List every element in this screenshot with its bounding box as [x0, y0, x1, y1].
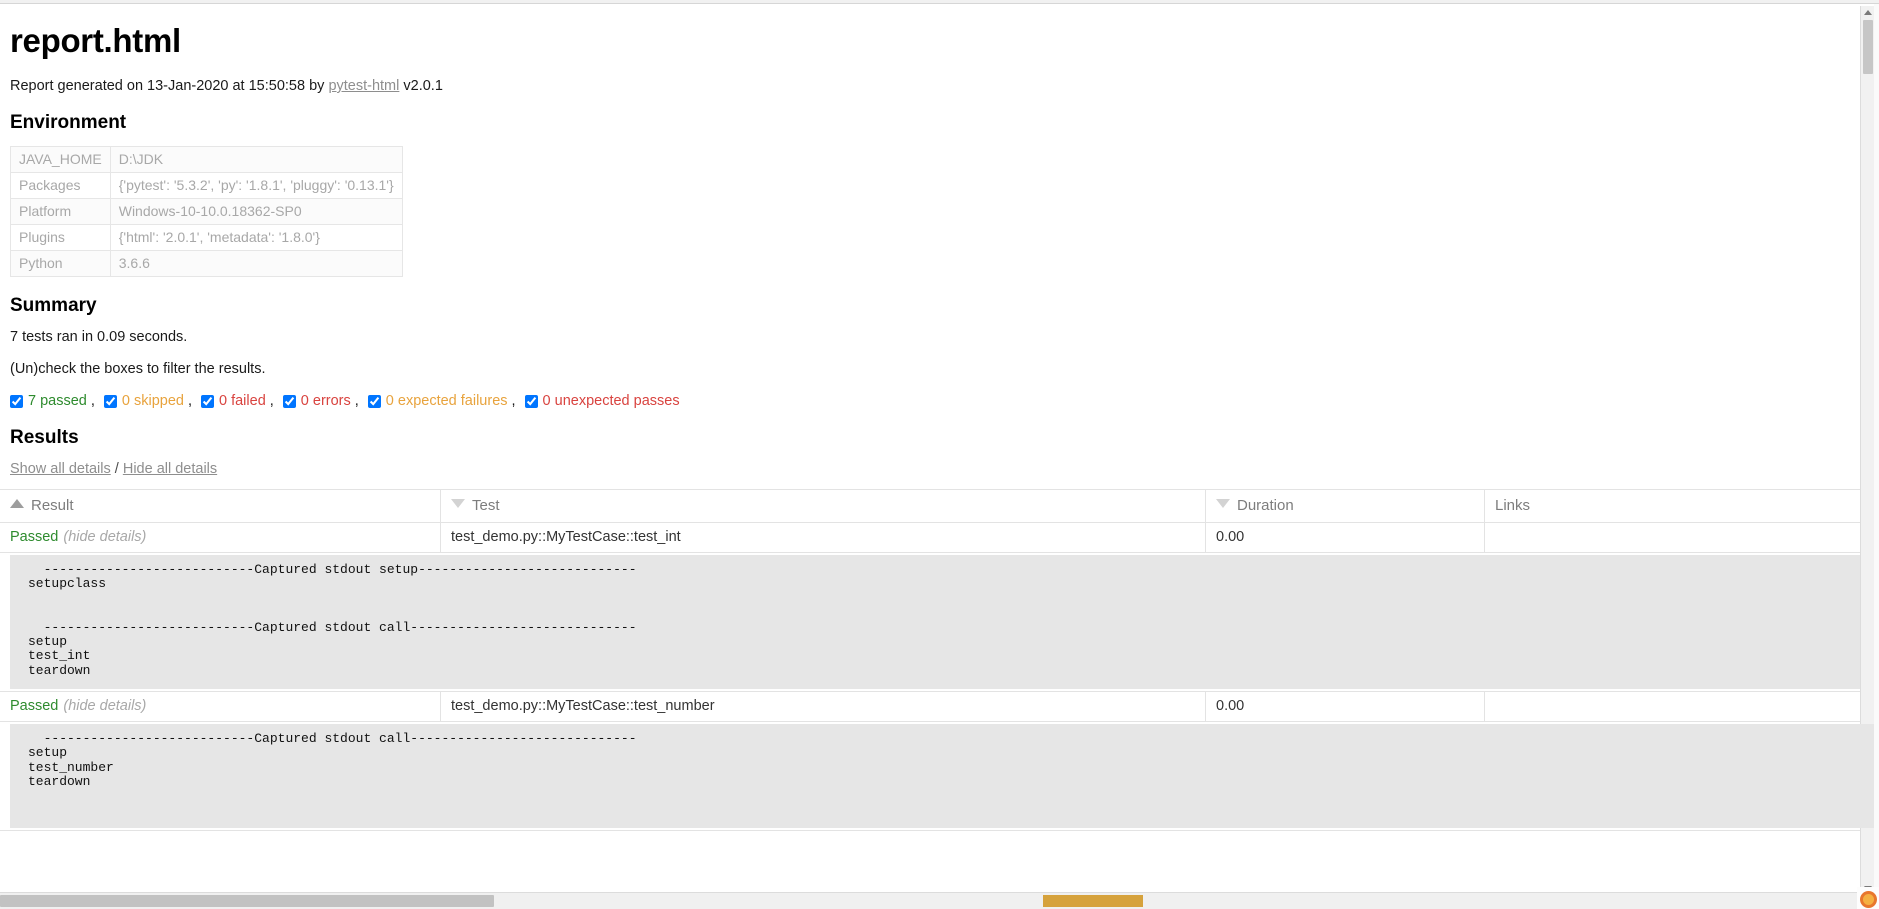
env-value: Windows-10-10.0.18362-SP0: [109, 198, 403, 225]
horizontal-scrollbar-highlight[interactable]: [1043, 895, 1143, 907]
links-cell: [1484, 522, 1879, 553]
detail-toggle-links: Show all details / Hide all details: [10, 461, 1869, 477]
table-row: Packages {'pytest': '5.3.2', 'py': '1.8.…: [10, 172, 403, 199]
result-filters: 7 passed , 0 skipped , 0 failed , 0 erro…: [10, 393, 1869, 409]
filter-skipped[interactable]: 0 skipped: [103, 393, 184, 409]
log-row: ---------------------------Captured stdo…: [0, 6, 1879, 895]
table-row: Plugins {'html': '2.0.1', 'metadata': '1…: [10, 224, 403, 251]
summary-heading: Summary: [10, 295, 97, 316]
env-value: {'pytest': '5.3.2', 'py': '1.8.1', 'plug…: [109, 172, 403, 199]
filter-errors[interactable]: 0 errors: [282, 393, 351, 409]
report-content: report.html Report generated on 13-Jan-2…: [0, 4, 1879, 477]
tests-run-line: 7 tests ran in 0.09 seconds.: [10, 329, 188, 345]
env-key: Plugins: [10, 224, 111, 251]
status-badge: Passed: [10, 698, 59, 714]
table-row: JAVA_HOME D:\JDK: [10, 146, 403, 173]
result-cell: Passed (hide details): [0, 691, 441, 722]
log-cell: ---------------------------Captured stdo…: [0, 6, 1879, 895]
filter-separator: ,: [511, 393, 516, 409]
toggle-details-link[interactable]: (hide details): [63, 698, 146, 714]
table-row: Python 3.6.6: [10, 250, 403, 277]
duration-cell: 0.00: [1205, 522, 1485, 553]
test-name-cell: test_demo.py::MyTestCase::test_int: [440, 522, 1206, 553]
column-header-result[interactable]: Result: [0, 489, 441, 523]
filter-expected-failures-label[interactable]: 0 expected failures: [386, 393, 508, 409]
generated-info: Report generated on 13-Jan-2020 at 15:50…: [10, 78, 1869, 94]
column-header-links[interactable]: Links: [1484, 489, 1879, 523]
filter-unexpected-passes[interactable]: 0 unexpected passes: [524, 393, 680, 409]
filter-failed-checkbox[interactable]: [201, 394, 214, 408]
results-heading: Results: [10, 427, 79, 448]
column-header-test-label: Test: [472, 497, 500, 514]
horizontal-scrollbar-thumb[interactable]: [0, 895, 494, 907]
sort-descending-icon[interactable]: [1216, 499, 1230, 508]
env-value: {'html': '2.0.1', 'metadata': '1.8.0'}: [109, 224, 403, 251]
browser-status-corner: [1857, 887, 1879, 909]
status-badge: Passed: [10, 529, 59, 545]
log-vertical-scrollbar[interactable]: [1860, 6, 1875, 895]
hide-all-details-link[interactable]: Hide all details: [123, 461, 217, 477]
sort-ascending-icon[interactable]: [10, 499, 24, 508]
env-key: Packages: [10, 172, 111, 199]
environment-heading: Environment: [10, 112, 127, 133]
page-horizontal-scrollbar[interactable]: [0, 892, 1879, 909]
filter-expected-failures-checkbox[interactable]: [367, 394, 381, 408]
filter-separator: ,: [90, 393, 95, 409]
firefox-icon-inner: [1863, 894, 1874, 905]
column-header-test[interactable]: Test: [440, 489, 1206, 523]
filter-separator: ,: [187, 393, 192, 409]
test-name-cell: test_demo.py::MyTestCase::test_number: [440, 691, 1206, 722]
filter-hint: (Un)check the boxes to filter the result…: [10, 361, 266, 377]
generator-version: v2.0.1: [399, 78, 443, 94]
log-row: ---------------------------Captured stdo…: [0, 721, 1879, 831]
report-page: report.html Report generated on 13-Jan-2…: [0, 4, 1879, 897]
column-header-duration-label: Duration: [1237, 497, 1294, 514]
show-all-details-link[interactable]: Show all details: [10, 461, 111, 477]
env-key: Platform: [10, 198, 111, 225]
env-value: D:\JDK: [109, 146, 403, 173]
filter-unexpected-passes-checkbox[interactable]: [524, 394, 538, 408]
env-key: Python: [10, 250, 111, 277]
filter-separator: ,: [354, 393, 359, 409]
column-header-result-label: Result: [31, 497, 74, 514]
filter-errors-label[interactable]: 0 errors: [301, 393, 351, 409]
env-value: 3.6.6: [109, 250, 403, 277]
generated-prefix: Report generated on 13-Jan-2020 at 15:50…: [10, 78, 329, 94]
results-table: Result Test Duration Links Passed (hide d…: [0, 6, 1879, 895]
log-cell: ---------------------------Captured stdo…: [0, 721, 1879, 831]
page-title: report.html: [10, 22, 181, 59]
filter-expected-failures[interactable]: 0 expected failures: [367, 393, 508, 409]
results-header-row: Result Test Duration Links: [0, 489, 1879, 523]
table-row: Passed (hide details) test_demo.py::MyTes…: [0, 522, 1879, 553]
table-row: Passed (hide details) test_demo.py::MyTes…: [0, 691, 1879, 722]
column-header-duration[interactable]: Duration: [1205, 489, 1485, 523]
pytest-html-link[interactable]: pytest-html: [328, 78, 399, 94]
captured-stdout-log: ---------------------------Captured stdo…: [10, 555, 1879, 689]
duration-cell: 0.00: [1205, 691, 1485, 722]
link-separator: /: [114, 461, 119, 477]
filter-passed-checkbox[interactable]: [10, 394, 23, 408]
filter-separator: ,: [269, 393, 274, 409]
links-cell: [1484, 691, 1879, 722]
result-cell: Passed (hide details): [0, 522, 441, 553]
filter-failed[interactable]: 0 failed: [201, 393, 266, 409]
table-row: Platform Windows-10-10.0.18362-SP0: [10, 198, 403, 225]
column-header-links-label: Links: [1495, 497, 1531, 514]
filter-errors-checkbox[interactable]: [282, 394, 296, 408]
environment-table: JAVA_HOME D:\JDK Packages {'pytest': '5.…: [10, 146, 403, 277]
filter-passed-label[interactable]: 7 passed: [28, 393, 87, 409]
filter-passed[interactable]: 7 passed: [10, 393, 87, 409]
filter-failed-label[interactable]: 0 failed: [219, 393, 266, 409]
captured-stdout-log: ---------------------------Captured stdo…: [10, 724, 1879, 828]
env-key: JAVA_HOME: [10, 146, 111, 173]
filter-unexpected-passes-label[interactable]: 0 unexpected passes: [543, 393, 680, 409]
toggle-details-link[interactable]: (hide details): [63, 529, 146, 545]
page-vertical-scrollbar[interactable]: [1874, 4, 1879, 893]
filter-skipped-checkbox[interactable]: [103, 394, 117, 408]
filter-skipped-label[interactable]: 0 skipped: [122, 393, 184, 409]
sort-descending-icon[interactable]: [451, 499, 465, 508]
